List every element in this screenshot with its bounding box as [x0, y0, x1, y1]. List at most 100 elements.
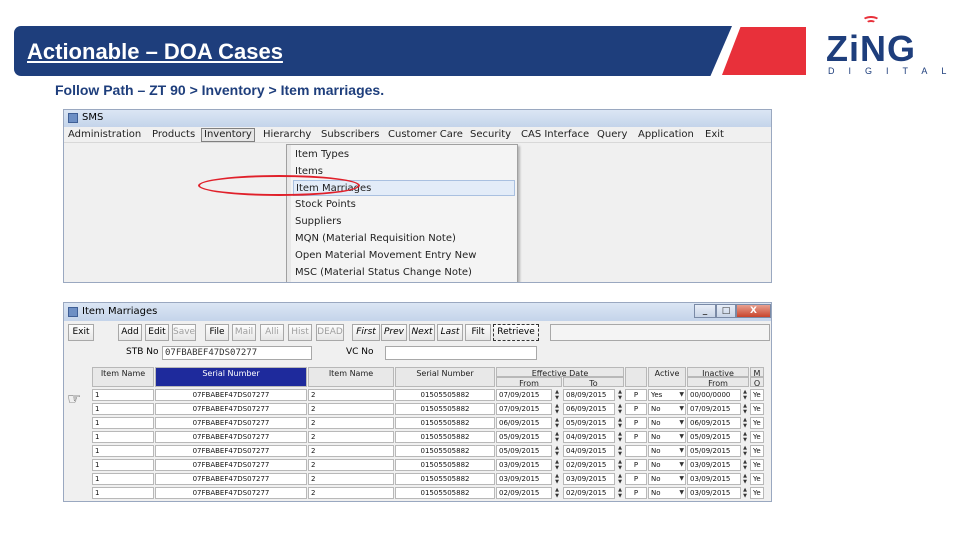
date-spin-icon[interactable]: ▲ ▼ — [616, 473, 624, 485]
cell-p-flag[interactable]: P — [625, 431, 647, 443]
date-spin-icon[interactable]: ▲ ▼ — [553, 487, 561, 499]
cell-serial-number-2[interactable]: 01505505882 — [395, 431, 495, 443]
cell-to-date[interactable]: 05/09/2015 — [563, 417, 615, 429]
date-spin-icon[interactable]: ▲ ▼ — [553, 431, 561, 443]
cell-m[interactable]: Ye — [750, 389, 764, 401]
cell-serial-number-2[interactable]: 01505505882 — [395, 389, 495, 401]
cell-p-flag[interactable]: P — [625, 459, 647, 471]
cell-from-date[interactable]: 03/09/2015 — [496, 459, 552, 471]
cell-item-name-1[interactable]: 1 — [92, 473, 154, 485]
cell-to-date[interactable]: 08/09/2015 — [563, 389, 615, 401]
cell-item-name-1[interactable]: 1 — [92, 445, 154, 457]
cell-p-flag[interactable]: P — [625, 389, 647, 401]
cell-p-flag[interactable]: P — [625, 403, 647, 415]
cell-from-date[interactable]: 03/09/2015 — [496, 473, 552, 485]
menu-administration[interactable]: Administration — [66, 129, 143, 140]
cell-active-select[interactable]: No — [648, 403, 686, 415]
cell-serial-number-2[interactable]: 01505505882 — [395, 417, 495, 429]
cell-active-select[interactable]: No — [648, 473, 686, 485]
cell-active-select[interactable]: Yes — [648, 389, 686, 401]
cell-item-name-2[interactable]: 2 — [308, 445, 394, 457]
menu-security[interactable]: Security — [468, 129, 513, 140]
cell-active-select[interactable]: No — [648, 459, 686, 471]
menu-item-stock-points[interactable]: Stock Points — [293, 197, 515, 213]
alli-button[interactable]: Alli — [260, 324, 284, 341]
date-spin-icon[interactable]: ▲ ▼ — [616, 487, 624, 499]
edit-button[interactable]: Edit — [145, 324, 169, 341]
date-spin-icon[interactable]: ▲ ▼ — [553, 403, 561, 415]
cell-serial-number-1[interactable]: 07FBABEF47DS07277 — [155, 445, 307, 457]
cell-inactive-from[interactable]: 05/09/2015 — [687, 445, 741, 457]
cell-from-date[interactable]: 05/09/2015 — [496, 445, 552, 457]
cell-serial-number-2[interactable]: 01505505882 — [395, 459, 495, 471]
cell-to-date[interactable]: 04/09/2015 — [563, 431, 615, 443]
date-spin-icon[interactable]: ▲ ▼ — [741, 445, 749, 457]
date-spin-icon[interactable]: ▲ ▼ — [616, 431, 624, 443]
cell-serial-number-1[interactable]: 07FBABEF47DS07277 — [155, 389, 307, 401]
cell-m[interactable]: Ye — [750, 473, 764, 485]
menu-hierarchy[interactable]: Hierarchy — [261, 129, 313, 140]
filter-button[interactable]: Filt — [465, 324, 491, 341]
col-serial-number-1[interactable]: Serial Number — [155, 367, 307, 387]
cell-inactive-from[interactable]: 00/00/0000 — [687, 389, 741, 401]
date-spin-icon[interactable]: ▲ ▼ — [741, 403, 749, 415]
cell-serial-number-2[interactable]: 01505505882 — [395, 445, 495, 457]
col-active[interactable]: Active — [648, 367, 686, 387]
col-m[interactable]: M — [750, 367, 764, 378]
cell-item-name-1[interactable]: 1 — [92, 389, 154, 401]
file-button[interactable]: File — [205, 324, 229, 341]
date-spin-icon[interactable]: ▲ ▼ — [616, 403, 624, 415]
cell-serial-number-1[interactable]: 07FBABEF47DS07277 — [155, 417, 307, 429]
cell-m[interactable]: Ye — [750, 431, 764, 443]
cell-item-name-1[interactable]: 1 — [92, 431, 154, 443]
mail-button[interactable]: Mail — [232, 324, 256, 341]
cell-inactive-from[interactable]: 05/09/2015 — [687, 431, 741, 443]
cell-m[interactable]: Ye — [750, 459, 764, 471]
cell-serial-number-1[interactable]: 07FBABEF47DS07277 — [155, 487, 307, 499]
date-spin-icon[interactable]: ▲ ▼ — [616, 459, 624, 471]
cell-serial-number-2[interactable]: 01505505882 — [395, 403, 495, 415]
date-spin-icon[interactable]: ▲ ▼ — [741, 389, 749, 401]
menu-query[interactable]: Query — [595, 129, 629, 140]
cell-m[interactable]: Ye — [750, 417, 764, 429]
menu-customer-care[interactable]: Customer Care — [386, 129, 465, 140]
cell-to-date[interactable]: 06/09/2015 — [563, 403, 615, 415]
cell-from-date[interactable]: 06/09/2015 — [496, 417, 552, 429]
date-spin-icon[interactable]: ▲ ▼ — [741, 417, 749, 429]
cell-m[interactable]: Ye — [750, 487, 764, 499]
stb-input[interactable]: 07FBABEF47DS07277 — [162, 346, 312, 360]
next-button[interactable]: Next — [409, 324, 435, 341]
date-spin-icon[interactable]: ▲ ▼ — [741, 487, 749, 499]
cell-item-name-2[interactable]: 2 — [308, 431, 394, 443]
vc-input[interactable] — [385, 346, 537, 360]
dead-button[interactable]: DEAD — [316, 324, 344, 341]
col-item-name-1[interactable]: Item Name — [92, 367, 154, 387]
first-button[interactable]: First — [352, 324, 380, 341]
cell-item-name-2[interactable]: 2 — [308, 473, 394, 485]
cell-inactive-from[interactable]: 03/09/2015 — [687, 473, 741, 485]
cell-inactive-from[interactable]: 03/09/2015 — [687, 487, 741, 499]
prev-button[interactable]: Prev — [381, 324, 407, 341]
cell-serial-number-1[interactable]: 07FBABEF47DS07277 — [155, 473, 307, 485]
date-spin-icon[interactable]: ▲ ▼ — [553, 473, 561, 485]
cell-p-flag[interactable]: P — [625, 417, 647, 429]
date-spin-icon[interactable]: ▲ ▼ — [616, 417, 624, 429]
date-spin-icon[interactable]: ▲ ▼ — [553, 389, 561, 401]
col-inactive-from[interactable]: From — [687, 377, 749, 388]
save-button[interactable]: Save — [172, 324, 196, 341]
menu-item-mqn[interactable]: MQN (Material Requisition Note) — [293, 231, 515, 247]
cell-item-name-1[interactable]: 1 — [92, 487, 154, 499]
exit-button[interactable]: Exit — [68, 324, 94, 341]
cell-item-name-1[interactable]: 1 — [92, 417, 154, 429]
date-spin-icon[interactable]: ▲ ▼ — [616, 445, 624, 457]
menu-item-open-material-movement[interactable]: Open Material Movement Entry New — [293, 248, 515, 264]
cell-item-name-2[interactable]: 2 — [308, 487, 394, 499]
date-spin-icon[interactable]: ▲ ▼ — [741, 459, 749, 471]
date-spin-icon[interactable]: ▲ ▼ — [741, 431, 749, 443]
menu-item-suppliers[interactable]: Suppliers — [293, 214, 515, 230]
restore-icon[interactable]: □ — [716, 304, 736, 318]
close-icon[interactable]: X — [736, 304, 771, 318]
cell-serial-number-1[interactable]: 07FBABEF47DS07277 — [155, 459, 307, 471]
cell-m[interactable]: Ye — [750, 403, 764, 415]
cell-serial-number-1[interactable]: 07FBABEF47DS07277 — [155, 403, 307, 415]
